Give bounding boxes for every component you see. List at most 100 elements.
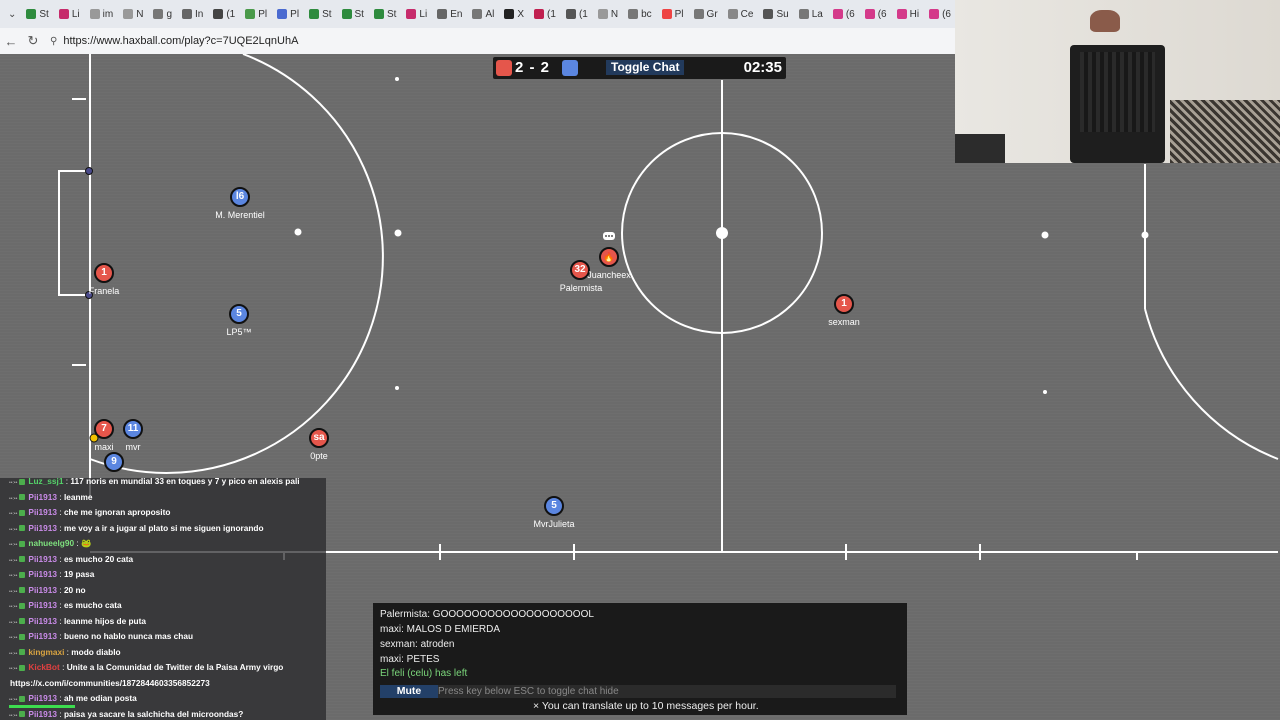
browser-tab[interactable]: Hi (893, 3, 923, 25)
tab-label: Li (71, 8, 80, 20)
chat-message: sexman: atroden (380, 639, 455, 650)
scoreboard: 2 - 2 Toggle Chat 02:35 (493, 57, 786, 79)
tab-label: Li (419, 8, 428, 20)
site-info-icon[interactable]: ⚲ (50, 36, 57, 47)
favicon-icon (153, 9, 164, 19)
browser-tab[interactable]: (6 (861, 3, 891, 25)
browser-tab[interactable]: Su (759, 3, 792, 25)
browser-tab[interactable]: St (370, 3, 400, 25)
favicon-icon (277, 9, 288, 19)
player-name: LP5™ (226, 327, 252, 337)
chat-username: Pii1913 (28, 553, 58, 564)
user-badge-icon (19, 540, 26, 547)
favicon-icon (89, 9, 100, 19)
favicon-icon (896, 9, 907, 19)
browser-tab[interactable]: N (594, 3, 622, 25)
browser-tab[interactable]: N (119, 3, 147, 25)
tab-label: g (166, 8, 172, 20)
dark-object (955, 134, 1005, 163)
typing-indicator-icon (603, 232, 615, 240)
tab-label: La (811, 8, 823, 20)
chat-username: Pii1913 (28, 600, 58, 610)
chat-text: 19 pasa (63, 569, 95, 579)
mute-button[interactable]: Mute (380, 685, 438, 698)
browser-tab[interactable]: (1 (562, 3, 592, 25)
match-timer: 02:35 (743, 59, 782, 76)
timestamp-icon: ••:•• (9, 650, 18, 657)
browser-tab[interactable]: (1 (530, 3, 560, 25)
browser-tab[interactable]: St (338, 3, 368, 25)
chat-text: me voy a ir a jugar al plato si me sigue… (63, 522, 264, 533)
favicon-icon (727, 9, 738, 19)
chat-text: es mucho cata (63, 600, 122, 610)
browser-tab[interactable]: Pl (241, 3, 271, 25)
tab-label: Pl (674, 8, 684, 20)
browser-tab[interactable]: (6 (829, 3, 859, 25)
tab-label: En (450, 8, 463, 20)
chat-username: Pii1913 (28, 708, 58, 719)
stream-chat-message: ••:•• Pii1913 : es mucho 20 cata (9, 553, 134, 564)
url-field[interactable]: ⚲ https://www.haxball.com/play?c=7UQE2Lq… (50, 35, 298, 47)
chat-message: maxi: MALOS D EMIERDA (380, 624, 501, 635)
fire-avatar-icon: 🔥 (603, 252, 615, 262)
browser-tab[interactable]: St (22, 3, 52, 25)
player-disc-blue: 11 (123, 419, 143, 439)
browser-tab[interactable]: bc (624, 3, 656, 25)
chat-text: leanme (63, 491, 93, 502)
player-disc-red: 🔥 (599, 247, 619, 267)
browser-tab[interactable]: Pl (658, 3, 688, 25)
browser-tab[interactable]: St (305, 3, 335, 25)
chat-text: es mucho 20 cata (63, 553, 134, 564)
browser-tab[interactable]: Pl (273, 3, 303, 25)
toy-figure (1090, 10, 1120, 32)
chat-username: KickBot (28, 662, 60, 672)
tab-label: St (386, 8, 397, 20)
timestamp-icon: ••:•• (9, 697, 18, 703)
chat-input[interactable] (438, 685, 896, 698)
browser-tab[interactable]: (6 (925, 3, 955, 25)
user-badge-icon (19, 633, 26, 640)
tab-label: N (136, 8, 144, 20)
player-disc-red: 1 (834, 294, 854, 314)
tab-label: Su (776, 8, 789, 20)
chat-username: Pii1913 (28, 569, 58, 579)
tab-label: im (102, 8, 114, 20)
toggle-chat-button[interactable]: Toggle Chat (606, 60, 685, 75)
favicon-icon (628, 9, 639, 19)
browser-tab[interactable]: im (86, 3, 118, 25)
back-arrow-icon[interactable]: ← (0, 34, 22, 49)
user-badge-icon (19, 695, 26, 702)
browser-tab[interactable]: Gr (690, 3, 722, 25)
player-name: mvr (125, 442, 141, 452)
browser-tab[interactable]: En (433, 3, 466, 25)
browser-tab[interactable]: La (795, 3, 827, 25)
player-name: Palermista (559, 283, 603, 293)
browser-tab[interactable]: g (149, 3, 176, 25)
browser-tab[interactable]: Li (55, 3, 84, 25)
user-badge-icon (19, 618, 26, 625)
timestamp-icon: ••:•• (9, 557, 18, 564)
chat-username: Pii1913 (28, 584, 58, 595)
chat-username: Pii1913 (28, 491, 58, 502)
timestamp-icon: ••:•• (9, 573, 18, 579)
browser-tab[interactable]: In (178, 3, 207, 25)
browser-tab[interactable]: Ce (724, 3, 758, 25)
favicon-icon (832, 9, 843, 19)
stream-chat-message: ••:•• Pii1913 : bueno no hablo nunca mas … (9, 631, 194, 641)
browser-tab[interactable]: Al (468, 3, 498, 25)
chat-username: kingmaxi (28, 646, 65, 657)
browser-tab[interactable]: (1 (209, 3, 239, 25)
blue-team-square (562, 60, 578, 76)
timestamp-icon: ••:•• (9, 588, 18, 595)
player-name: sexman (828, 317, 860, 327)
stream-chat-message: ••:•• KickBot : Unite a la Comunidad de T… (9, 662, 284, 672)
timestamp-icon: ••:•• (9, 511, 18, 517)
favicon-icon (373, 9, 384, 19)
reload-icon[interactable]: ↻ (22, 33, 44, 49)
browser-tab[interactable]: Li (402, 3, 431, 25)
user-badge-icon (19, 525, 26, 532)
player-disc-blue: l6 (230, 187, 250, 207)
browser-tab[interactable]: X (500, 3, 528, 25)
timestamp-icon: ••:•• (9, 635, 18, 641)
tab-list-chevron-icon[interactable]: ⌄ (8, 9, 16, 20)
